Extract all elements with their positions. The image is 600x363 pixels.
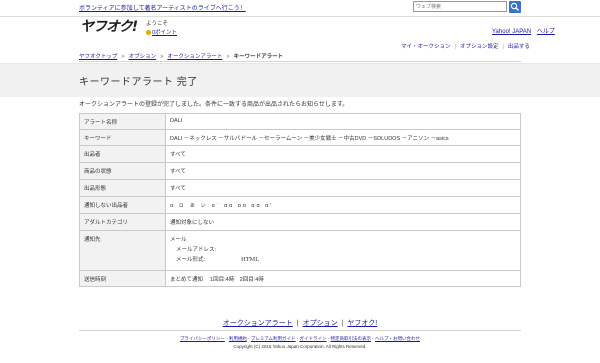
footer-option-link[interactable]: オプション [303, 320, 338, 327]
points-link[interactable]: 0ポイント [146, 28, 177, 36]
tool-nav-separator: | [502, 44, 504, 50]
row-label: 通知しない出品者 [79, 196, 166, 214]
alert-settings-table: アラート名称 DALI キーワード DALI －ネックレス －サルバドール －セ… [79, 113, 521, 287]
email-format-label: メール形式: [176, 257, 206, 263]
breadcrumb-current: キーワードアラート [233, 54, 284, 60]
copyright: Copyright (C) 2015 Yahoo Japan Corporati… [233, 344, 367, 349]
completion-message: オークションアラートの登録が完了しました。条件に一致する商品が出品されたらお知ら… [79, 102, 349, 108]
row-label: 出品形態 [79, 179, 166, 197]
footer-nav: オークションアラート | オプション | ヤフオク! [0, 318, 600, 328]
table-row: 出品形態 すべて [79, 179, 521, 197]
row-label: アダルトカテゴリ [79, 213, 166, 231]
table-row: 通知先 メール メールアドレス: メール形式: HTML [79, 230, 521, 271]
points-label: 0ポイント [152, 30, 178, 36]
tool-nav: マイ・オークション | オプション設定 | 出品する [401, 42, 530, 50]
row-value: すべて [165, 162, 521, 180]
footer-auction-alert-link[interactable]: オークションアラート [223, 320, 293, 327]
promo-link[interactable]: ボランティアに参加して著名アーティストのライブへ行こう！ [79, 3, 246, 12]
table-row: 通知しない出品者 ɑ ㇿ ぁ ぃ ɑˈ ɑɑ ɑɑ ɑɑ ɑ' [79, 196, 521, 214]
breadcrumb-top[interactable]: ヤフオクトップ [79, 54, 117, 60]
option-settings-link[interactable]: オプション設定 [460, 44, 499, 50]
search-icon [510, 2, 519, 11]
email-format-value: HTML [241, 257, 259, 263]
table-row: 送信時刻 まとめて通知 1回目:4時 2回目:4時 [79, 270, 521, 287]
guideline-link[interactable]: ガイドライン [300, 336, 327, 341]
footer-separator: | [341, 320, 344, 327]
breadcrumb-auction-alert[interactable]: オークションアラート [167, 54, 222, 60]
table-row: キーワード DALI －ネックレス －サルバドール －セーラームーン －美少女戦… [79, 129, 521, 146]
row-value: すべて [165, 145, 521, 163]
yahuoku-logo[interactable]: ヤフオク! [80, 16, 138, 36]
yahoo-japan-link[interactable]: Yahoo! JAPAN [492, 29, 531, 35]
search-input[interactable] [413, 1, 507, 12]
help-link[interactable]: ヘルプ [537, 29, 555, 35]
tool-nav-separator: | [454, 44, 456, 50]
footer-yahuoku-link[interactable]: ヤフオク! [347, 320, 377, 327]
commercial-law-link[interactable]: 特定商取引法の表示 [331, 336, 372, 341]
page-title: キーワードアラート 完了 [79, 77, 198, 88]
row-value: ɑ ㇿ ぁ ぃ ɑˈ ɑɑ ɑɑ ɑɑ ɑ' [165, 196, 521, 214]
coin-icon [146, 30, 151, 36]
row-value: メール メールアドレス: メール形式: HTML [165, 230, 521, 271]
footer-separator: | [296, 320, 299, 327]
row-label: 商品の状態 [79, 162, 166, 180]
email-format: メール形式: HTML [170, 255, 516, 263]
privacy-policy-link[interactable]: プライバシーポリシー [180, 336, 225, 341]
row-label: キーワード [79, 129, 166, 146]
header-links: Yahoo! JAPAN ヘルプ [488, 26, 555, 35]
search-button[interactable] [509, 1, 521, 13]
footer-divider [79, 330, 521, 331]
row-label: 送信時刻 [79, 270, 166, 287]
breadcrumb-separator: > [160, 54, 164, 60]
policy-links: プライバシーポリシー - 利用規約 - プレミアム利用ガイド - ガイドライン … [179, 336, 421, 341]
web-search [413, 1, 521, 14]
divider [79, 61, 521, 62]
breadcrumb-separator: > [226, 54, 230, 60]
row-label: 出品者 [79, 145, 166, 163]
notify-method: メール [170, 237, 187, 243]
row-value: DALI [165, 113, 521, 130]
premium-guide-link[interactable]: プレミアム利用ガイド [251, 336, 296, 341]
row-value: すべて [165, 179, 521, 197]
table-row: 商品の状態 すべて [79, 162, 521, 180]
sell-link[interactable]: 出品する [508, 44, 530, 50]
breadcrumb-separator: > [121, 54, 125, 60]
row-value: DALI －ネックレス －サルバドール －セーラームーン －美少女戦士 －中古D… [165, 129, 521, 146]
table-row: 出品者 すべて [79, 145, 521, 163]
welcome-text: ようこそ [146, 21, 169, 27]
row-label: 通知先 [79, 230, 166, 271]
my-auction-link[interactable]: マイ・オークション [401, 44, 451, 50]
row-value: 通知対象にしない [165, 213, 521, 231]
table-row: アダルトカテゴリ 通知対象にしない [79, 213, 521, 231]
breadcrumb-option[interactable]: オプション [129, 54, 157, 60]
breadcrumb: ヤフオクトップ > オプション > オークションアラート > キーワードアラート [79, 52, 283, 60]
help-contact-link[interactable]: ヘルプ・お問い合わせ [375, 336, 420, 341]
row-label: アラート名称 [79, 113, 166, 130]
table-row: アラート名称 DALI [79, 113, 521, 130]
email-address-label: メールアドレス: [176, 247, 217, 253]
terms-link[interactable]: 利用規約 [229, 336, 247, 341]
row-value: まとめて通知 1回目:4時 2回目:4時 [165, 270, 521, 287]
